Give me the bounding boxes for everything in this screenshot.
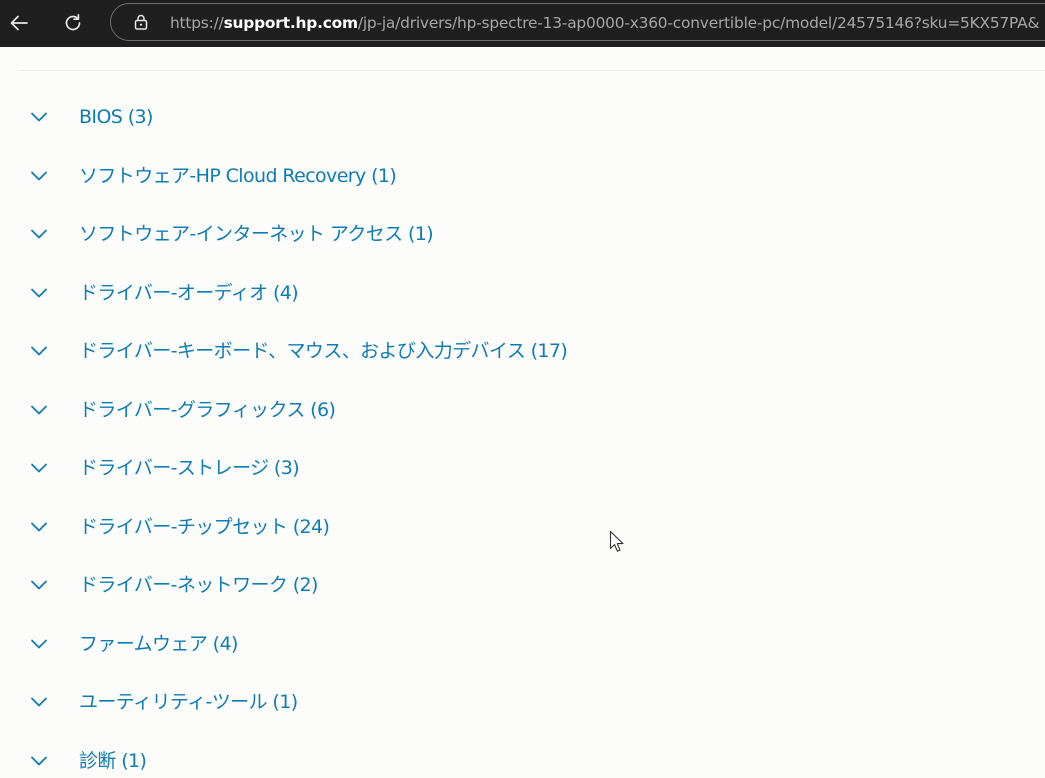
chevron-down-icon (31, 112, 47, 122)
accordion-label: ソフトウェア-HP Cloud Recovery (1) (79, 165, 397, 187)
accordion-item-bios[interactable]: BIOS (3) (28, 100, 153, 134)
accordion-label: ユーティリティ-ツール (1) (79, 691, 298, 713)
chevron-down-icon (31, 522, 47, 532)
reload-icon (65, 13, 81, 31)
url-text: https://support.hp.com/jp-ja/drivers/hp-… (170, 13, 1039, 33)
address-bar[interactable]: https://support.hp.com/jp-ja/drivers/hp-… (110, 3, 1045, 41)
accordion-item-driver-storage[interactable]: ドライバー-ストレージ (3) (28, 451, 300, 485)
lock-icon[interactable] (132, 13, 150, 31)
accordion-item-software-internet-access[interactable]: ソフトウェア-インターネット アクセス (1) (28, 217, 434, 251)
accordion-item-driver-graphics[interactable]: ドライバー-グラフィックス (6) (28, 393, 336, 427)
chevron-down-icon (31, 756, 47, 766)
chevron-down-icon (31, 346, 47, 356)
accordion-item-driver-keyboard-mouse-input[interactable]: ドライバー-キーボード、マウス、および入力デバイス (17) (28, 334, 568, 368)
accordion-label: ファームウェア (4) (79, 633, 238, 655)
browser-toolbar: https://support.hp.com/jp-ja/drivers/hp-… (0, 0, 1045, 47)
mouse-cursor-icon (609, 530, 624, 552)
accordion-label: ドライバー-ネットワーク (2) (79, 574, 318, 596)
chevron-down-icon (31, 639, 47, 649)
accordion-label: ソフトウェア-インターネット アクセス (1) (79, 223, 434, 245)
url-domain: support.hp.com (223, 14, 358, 32)
accordion-item-driver-audio[interactable]: ドライバー-オーディオ (4) (28, 276, 299, 310)
back-button[interactable] (4, 8, 34, 38)
accordion-label: 診断 (1) (79, 750, 147, 772)
url-path: /jp-ja/drivers/hp-spectre-13-ap0000-x360… (357, 14, 1040, 32)
accordion-item-driver-network[interactable]: ドライバー-ネットワーク (2) (28, 568, 318, 602)
page-content: BIOS (3) ソフトウェア-HP Cloud Recovery (1) ソフ… (0, 47, 1045, 778)
back-arrow-icon (10, 15, 28, 31)
accordion-label: ドライバー-チップセット (24) (79, 516, 330, 538)
accordion-item-utility-tools[interactable]: ユーティリティ-ツール (1) (28, 685, 298, 719)
accordion-label: ドライバー-グラフィックス (6) (79, 399, 336, 421)
accordion-item-driver-chipset[interactable]: ドライバー-チップセット (24) (28, 510, 330, 544)
accordion-item-software-cloud-recovery[interactable]: ソフトウェア-HP Cloud Recovery (1) (28, 159, 397, 193)
reload-button[interactable] (58, 8, 88, 38)
chevron-down-icon (31, 463, 47, 473)
chevron-down-icon (31, 171, 47, 181)
accordion-item-diagnostics[interactable]: 診断 (1) (28, 744, 147, 778)
chevron-down-icon (31, 229, 47, 239)
chevron-down-icon (31, 405, 47, 415)
accordion-label: ドライバー-キーボード、マウス、および入力デバイス (17) (79, 340, 568, 362)
accordion-item-firmware[interactable]: ファームウェア (4) (28, 627, 238, 661)
url-prefix: https:// (170, 14, 224, 32)
accordion-label: ドライバー-ストレージ (3) (79, 457, 300, 479)
accordion-label: BIOS (3) (79, 106, 153, 128)
divider (18, 70, 1045, 71)
chevron-down-icon (31, 580, 47, 590)
chevron-down-icon (31, 288, 47, 298)
chevron-down-icon (31, 697, 47, 707)
accordion-label: ドライバー-オーディオ (4) (79, 282, 299, 304)
